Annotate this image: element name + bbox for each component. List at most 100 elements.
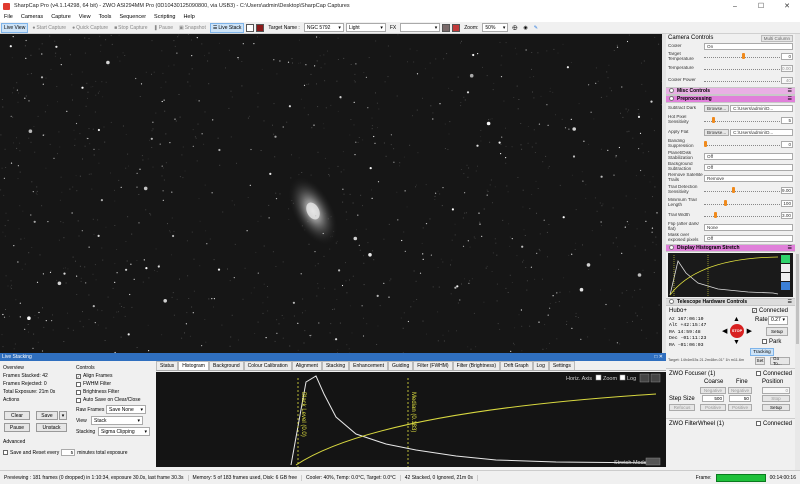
tab-drift-graph[interactable]: Drift Graph (500, 361, 533, 370)
color-swatch-red[interactable] (452, 23, 461, 32)
clear-button[interactable]: Clear (4, 411, 30, 420)
rate-select[interactable]: 0.27 ▾ (768, 315, 788, 325)
pen-icon[interactable]: ✎ (532, 23, 540, 33)
focuser-stop-button[interactable]: Stop (762, 394, 790, 402)
tracking-button[interactable]: Tracking (750, 347, 774, 356)
pause-button[interactable]: ❚ Pause (152, 23, 175, 33)
park-checkbox[interactable]: Park (762, 339, 781, 345)
hot-pixel-slider[interactable] (704, 116, 780, 124)
image-viewer[interactable] (0, 34, 662, 353)
unstack-button[interactable]: Unstack (36, 423, 67, 432)
goto-button[interactable]: Go To... (770, 356, 790, 366)
cooler-select[interactable]: On (704, 42, 793, 50)
fwhm-filter-checkbox[interactable]: FWHM Filter (76, 380, 156, 388)
minimize-icon[interactable]: – (722, 0, 748, 12)
menu-tools[interactable]: Tools (95, 14, 116, 20)
menu-scripting[interactable]: Scripting (150, 14, 179, 20)
tab-filter-fwhm[interactable]: Filter (FWHM) (413, 361, 453, 370)
direction-pad[interactable]: ▲ ◀ ▶ ▼ STOP (722, 316, 752, 346)
tab-guiding[interactable]: Guiding (387, 361, 414, 370)
panel-window-icons[interactable]: □ ✕ (654, 354, 666, 360)
menu-capture[interactable]: Capture (47, 14, 75, 20)
min-trail-slider[interactable] (704, 199, 780, 207)
banding-slider[interactable] (704, 140, 780, 148)
menu-help[interactable]: Help (179, 14, 198, 20)
stacking-select[interactable]: Sigma Clipping ▾ (98, 427, 150, 436)
start-capture-button[interactable]: ● Start Capture (30, 23, 68, 33)
stop-button[interactable]: STOP (730, 323, 744, 338)
tab-filter-brightness[interactable]: Filter (Brightness) (452, 361, 501, 370)
tab-alignment[interactable]: Alignment (291, 361, 322, 370)
stack-histogram[interactable]: Black Level (0.0) Median (0.183) Horiz. … (156, 372, 666, 467)
tab-stacking[interactable]: Stacking (321, 361, 350, 370)
multi-column-button[interactable]: Multi Column (760, 34, 793, 42)
save-dropdown-icon[interactable]: ▾ (59, 411, 67, 420)
mount-connected-checkbox[interactable]: ✓ Connected (752, 308, 788, 314)
close-icon[interactable]: ✕ (774, 0, 800, 12)
fx-select[interactable]: ▾ (400, 23, 441, 32)
save-reset-minutes[interactable]: 5 (61, 449, 76, 456)
target-name-input[interactable]: NGC 5792 ▾ (303, 23, 344, 32)
flip-select[interactable]: None (704, 223, 793, 231)
frame-type-select[interactable]: Light ▾ (345, 23, 386, 32)
tab-background[interactable]: Background (208, 361, 244, 370)
refocus-button[interactable]: Refocus (669, 403, 695, 411)
menu-file[interactable]: File (0, 14, 17, 20)
tab-log[interactable]: Log (532, 361, 549, 370)
color-swatch[interactable] (442, 23, 451, 32)
display-histogram[interactable] (668, 252, 793, 297)
target-temp-value[interactable]: 0 (781, 53, 793, 60)
banding-value[interactable]: 0 (781, 140, 793, 148)
trail-sens-value[interactable]: 9.00 (781, 186, 793, 194)
auto-save-checkbox[interactable]: Auto Save on Clear/Close (76, 396, 156, 404)
raw-frames-select[interactable]: Save None ▾ (106, 405, 146, 414)
live-stack-button[interactable]: ☰ Live Stack (209, 22, 245, 33)
pause-stack-button[interactable]: Pause (4, 423, 30, 432)
misc-controls-header[interactable]: Misc Controls ☰ (666, 86, 795, 95)
live-view-button[interactable]: Live View (1, 22, 29, 33)
mount-setup-button[interactable]: Setup (766, 326, 788, 336)
zoom-select[interactable]: 50% ▾ (482, 23, 509, 32)
telescope-header[interactable]: Telescope Hardware Controls ☰ (666, 297, 795, 306)
fine-step-input[interactable]: 50 (729, 394, 751, 402)
min-trail-value[interactable]: 100 (781, 199, 793, 207)
tab-histogram[interactable]: Histogram (178, 361, 209, 370)
trail-width-slider[interactable] (704, 212, 780, 219)
menu-sequencer[interactable]: Sequencer (115, 14, 150, 20)
right-panel-scrollbar[interactable] (795, 34, 800, 470)
display-histogram-header[interactable]: Display Histogram Stretch ☰ (666, 243, 795, 252)
subtract-dark-path[interactable]: C:\Users\admin\D... (730, 104, 793, 112)
white-swatch[interactable] (246, 23, 255, 32)
save-reset-checkbox[interactable] (3, 450, 8, 455)
crosshair-icon[interactable]: ⨁ (510, 23, 519, 33)
snapshot-button[interactable]: ▣ Snapshot (177, 23, 208, 33)
set-button[interactable]: Set (755, 356, 765, 365)
fine-negative-button[interactable]: Negative (728, 386, 752, 394)
apply-flat-path[interactable]: C:\Users\admin\D... (730, 128, 793, 136)
align-frames-checkbox[interactable]: ✓ Align Frames (76, 372, 156, 380)
focuser-connected-checkbox[interactable]: Connected (756, 371, 792, 377)
tab-enhancement[interactable]: Enhancement (349, 361, 388, 370)
trail-width-value[interactable]: 3.00 (781, 212, 793, 219)
apply-flat-browse-button[interactable]: Browse... (704, 128, 730, 136)
fine-positive-button[interactable]: Positive (728, 403, 752, 411)
coarse-negative-button[interactable]: Negative (700, 386, 726, 394)
focuser-setup-button[interactable]: Setup (762, 403, 790, 411)
target-temp-slider[interactable] (704, 53, 780, 60)
planet-select[interactable]: Off (704, 152, 793, 160)
filterwheel-connected-checkbox[interactable]: Connected (756, 421, 792, 427)
view-select[interactable]: Stack ▾ (91, 416, 143, 425)
brightness-filter-checkbox[interactable]: Brightness Filter (76, 388, 156, 396)
tab-settings[interactable]: Settings (548, 361, 575, 370)
trail-sens-slider[interactable] (704, 186, 780, 194)
tab-colour-calibration[interactable]: Colour Calibration (243, 361, 292, 370)
maximize-icon[interactable]: ☐ (748, 0, 774, 12)
save-button[interactable]: Save (36, 411, 58, 420)
quick-capture-button[interactable]: ● Quick Capture (70, 23, 110, 33)
menu-cameras[interactable]: Cameras (17, 14, 47, 20)
remove-trails-select[interactable]: Remove (704, 174, 793, 182)
stop-capture-button[interactable]: ■ Stop Capture (112, 23, 150, 33)
menu-view[interactable]: View (75, 14, 95, 20)
subtract-dark-browse-button[interactable]: Browse... (704, 104, 730, 112)
background-select[interactable]: Off (704, 163, 793, 171)
